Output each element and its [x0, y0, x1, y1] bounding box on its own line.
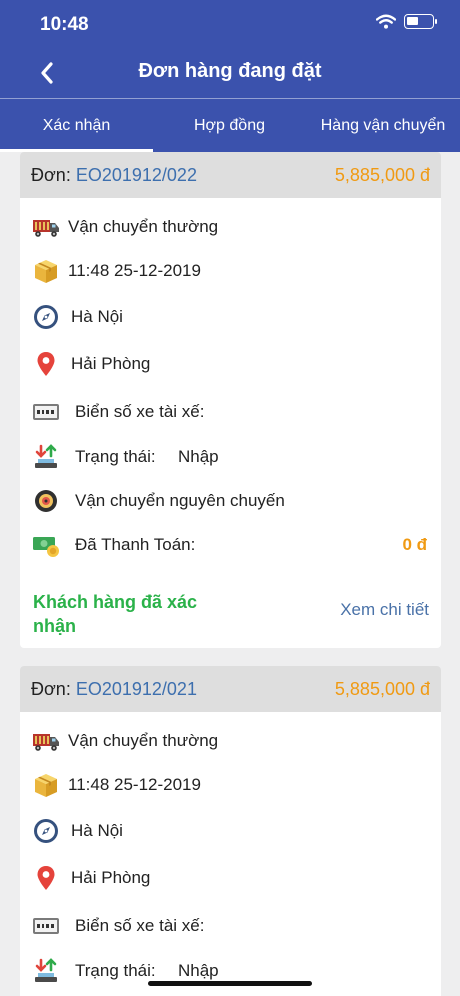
tab-contract[interactable]: Hợp đồng [153, 99, 306, 153]
nav-bar: Đơn hàng đang đặt [0, 48, 460, 98]
paid-label: Đã Thanh Toán: [75, 535, 196, 554]
status-bar: 10:48 [0, 0, 460, 48]
order-prefix: Đơn: [31, 679, 71, 699]
license-plate-icon [33, 918, 59, 934]
order-list[interactable]: Đơn: EO201912/022 5,885,000 đ Vận chuyển… [0, 152, 460, 996]
origin-location: Hà Nội [71, 821, 123, 840]
status-label: Trạng thái: [75, 961, 156, 980]
confirmation-status: Khách hàng đã xác nhận [33, 592, 198, 636]
truck-icon [33, 220, 59, 237]
home-indicator[interactable] [148, 981, 312, 986]
shipping-type: Vận chuyển thường [68, 217, 219, 236]
datetime-row: 11:48 25-12-2019 [20, 256, 441, 286]
destination-location: Hải Phòng [71, 868, 151, 887]
status-arrows-icon [35, 958, 57, 982]
payment-row: Đã Thanh Toán: 0 đ [20, 530, 441, 560]
order-code: EO201912/022 [75, 165, 197, 185]
shipping-type-row: Vận chuyển thường [20, 212, 441, 242]
destination-location: Hải Phòng [71, 354, 151, 373]
battery-icon [404, 14, 437, 29]
order-prefix: Đơn: [31, 165, 71, 185]
order-card-header: Đơn: EO201912/021 5,885,000 đ [20, 666, 441, 712]
map-pin-icon [37, 866, 55, 890]
paid-amount: 0 đ [402, 535, 427, 554]
shipping-type-row: Vận chuyển thường [20, 726, 441, 756]
destination-row: Hải Phòng [20, 863, 441, 893]
order-id: Đơn: EO201912/021 [31, 679, 197, 700]
license-plate-icon [33, 404, 59, 420]
status-icons [376, 14, 437, 29]
destination-row: Hải Phòng [20, 349, 441, 379]
shipping-type: Vận chuyển thường [68, 731, 219, 750]
cash-payment-icon [33, 537, 59, 557]
status-time: 10:48 [40, 14, 89, 35]
order-price: 5,885,000 đ [334, 165, 430, 185]
tab-confirm[interactable]: Xác nhận [0, 99, 153, 153]
order-code: EO201912/021 [75, 679, 197, 699]
status-label: Trạng thái: [75, 447, 156, 466]
transport-mode-row: Vận chuyển nguyên chuyến [20, 486, 441, 516]
order-card[interactable]: Đơn: EO201912/021 5,885,000 đ Vận chuyển… [20, 666, 441, 996]
wifi-icon [376, 14, 396, 29]
transport-mode-icon [35, 490, 57, 512]
order-datetime: 11:48 25-12-2019 [68, 775, 201, 794]
package-icon [35, 774, 57, 797]
origin-row: Hà Nội [20, 302, 441, 332]
origin-row: Hà Nội [20, 816, 441, 846]
plate-row: Biển số xe tài xế: [20, 911, 441, 941]
origin-location: Hà Nội [71, 307, 123, 326]
order-price: 5,885,000 đ [334, 679, 430, 699]
tab-bar: Xác nhận Hợp đồng Hàng vận chuyển [0, 98, 460, 152]
app-header: 10:48 Đơn hàng đang đặt Xác nhận Hợp đồn… [0, 0, 460, 152]
map-pin-icon [37, 352, 55, 376]
order-id: Đơn: EO201912/022 [31, 165, 197, 186]
status-arrows-icon [35, 444, 57, 468]
order-card-header: Đơn: EO201912/022 5,885,000 đ [20, 152, 441, 198]
tab-shipping-goods[interactable]: Hàng vận chuyển [306, 99, 460, 153]
order-datetime: 11:48 25-12-2019 [68, 261, 201, 280]
datetime-row: 11:48 25-12-2019 [20, 770, 441, 800]
status-value: Nhập [178, 961, 219, 980]
compass-icon [34, 819, 58, 843]
order-card[interactable]: Đơn: EO201912/022 5,885,000 đ Vận chuyển… [20, 152, 441, 648]
transport-mode: Vận chuyển nguyên chuyến [75, 491, 285, 510]
truck-icon [33, 734, 59, 751]
status-row: Trạng thái: Nhập [20, 442, 441, 472]
package-icon [35, 260, 57, 283]
view-details-link[interactable]: Xem chi tiết [340, 600, 429, 620]
plate-row: Biển số xe tài xế: [20, 397, 441, 427]
plate-label: Biển số xe tài xế: [75, 402, 205, 421]
plate-label: Biển số xe tài xế: [75, 916, 205, 935]
status-value: Nhập [178, 447, 219, 466]
page-title: Đơn hàng đang đặt [138, 60, 322, 82]
compass-icon [34, 305, 58, 329]
